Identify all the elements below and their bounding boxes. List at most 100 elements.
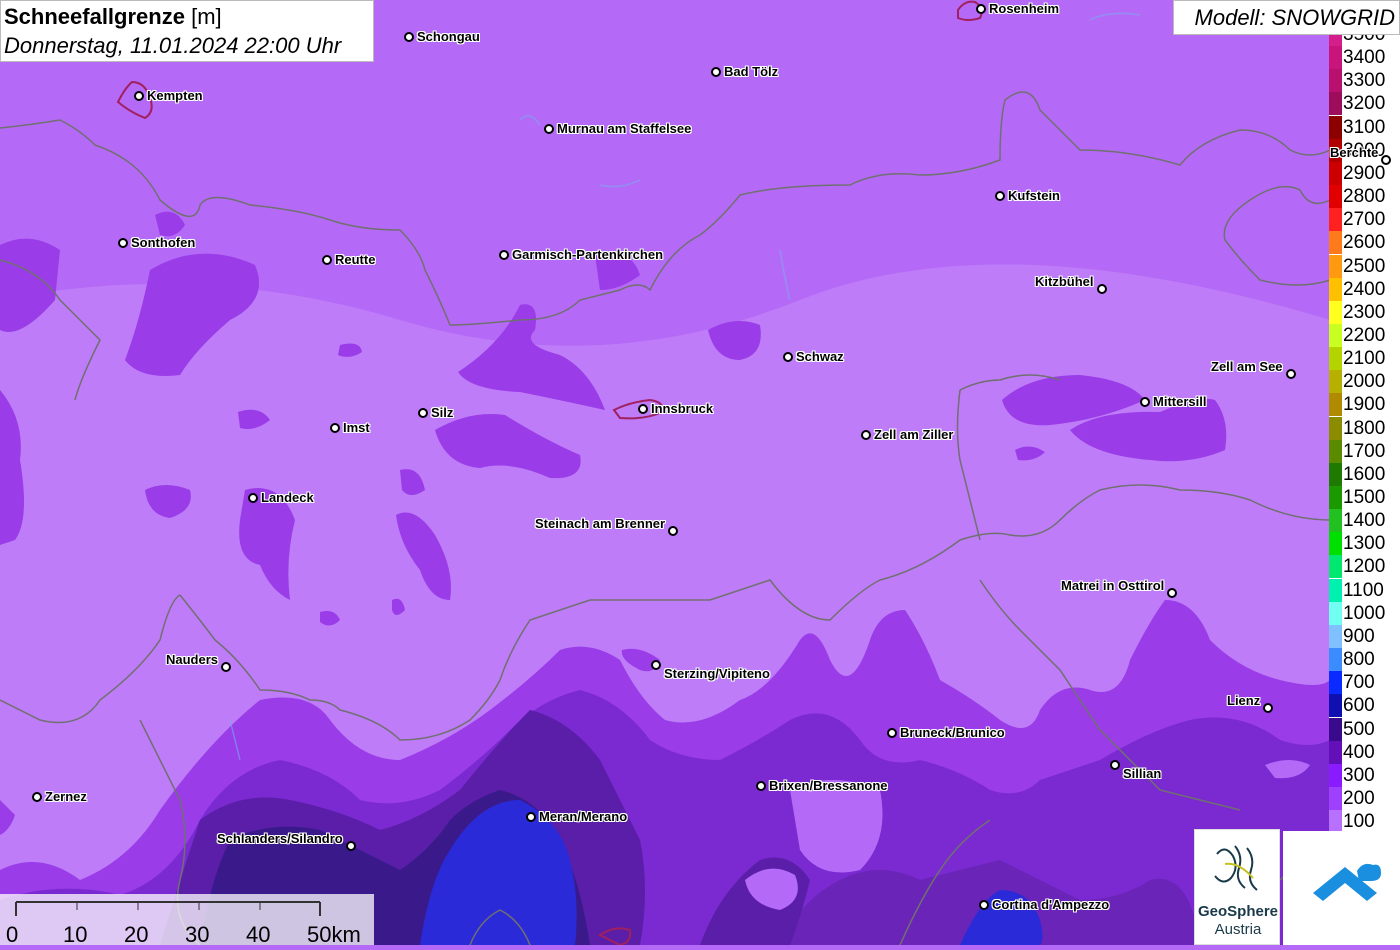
city-marker-dot[interactable] — [1167, 588, 1177, 598]
city-marker-dot[interactable] — [404, 32, 414, 42]
city-marker-dot[interactable] — [1097, 284, 1107, 294]
scale-label-40: 40 — [246, 922, 271, 947]
map-title-main: Schneefallgrenze — [4, 4, 185, 29]
city-marker-dot[interactable] — [783, 352, 793, 362]
legend-label: 900 — [1343, 625, 1375, 647]
city-label[interactable]: Imst — [343, 420, 370, 435]
snowfall-limit-map[interactable] — [0, 0, 1400, 945]
city-label[interactable]: Zell am Ziller — [874, 427, 953, 442]
legend-label: 2300 — [1343, 301, 1386, 323]
legend-swatch — [1329, 601, 1342, 625]
legend-swatch — [1329, 254, 1342, 278]
legend-swatch — [1329, 323, 1342, 347]
city-label[interactable]: Matrei in Osttirol — [1061, 578, 1164, 593]
city-label[interactable]: Steinach am Brenner — [535, 516, 665, 531]
city-marker-dot[interactable] — [346, 841, 356, 851]
city-label[interactable]: Landeck — [261, 490, 314, 505]
city-marker-dot[interactable] — [887, 728, 897, 738]
city-label[interactable]: Innsbruck — [651, 401, 713, 416]
city-marker-dot[interactable] — [1140, 397, 1150, 407]
city-marker-dot[interactable] — [1381, 155, 1391, 165]
legend-label: 200 — [1343, 787, 1375, 809]
city-marker-dot[interactable] — [418, 408, 428, 418]
city-marker-dot[interactable] — [330, 423, 340, 433]
city-label[interactable]: Sterzing/Vipiteno — [664, 666, 770, 681]
city-marker-dot[interactable] — [134, 91, 144, 101]
legend-label: 2100 — [1343, 348, 1386, 370]
city-label[interactable]: Kitzbühel — [1035, 274, 1094, 289]
city-marker-dot[interactable] — [638, 404, 648, 414]
legend-swatch — [1329, 486, 1342, 509]
geosphere-logo[interactable]: GeoSphere Austria — [1194, 829, 1280, 945]
city-marker-dot[interactable] — [976, 4, 986, 14]
city-marker-dot[interactable] — [322, 255, 332, 265]
city-label[interactable]: Brixen/Bressanone — [769, 778, 888, 793]
city-marker-dot[interactable] — [1263, 703, 1273, 713]
geosphere-emblem-icon — [1214, 845, 1258, 891]
map-title-unit: [m] — [191, 4, 222, 29]
weather-app-logo[interactable] — [1283, 831, 1400, 945]
city-marker-dot[interactable] — [221, 662, 231, 672]
city-label[interactable]: Lienz — [1227, 693, 1260, 708]
city-marker-dot[interactable] — [861, 430, 871, 440]
legend-swatch — [1329, 717, 1342, 741]
city-label[interactable]: Bad Tölz — [724, 64, 778, 79]
city-label[interactable]: Cortina d'Ampezzo — [992, 897, 1109, 912]
city-marker-dot[interactable] — [979, 900, 989, 910]
city-label[interactable]: Schlanders/Silandro — [217, 831, 343, 846]
city-marker-dot[interactable] — [544, 124, 554, 134]
legend-swatch — [1329, 786, 1342, 810]
city-marker-dot[interactable] — [1110, 760, 1120, 770]
legend-swatch — [1329, 740, 1342, 764]
legend-label: 3400 — [1343, 47, 1386, 69]
legend-swatch — [1329, 509, 1342, 533]
city-label[interactable]: Mittersill — [1153, 394, 1206, 409]
legend-swatch — [1329, 462, 1342, 486]
map-title-box: Schneefallgrenze [m] Donnerstag, 11.01.2… — [0, 0, 374, 62]
city-label[interactable]: Sonthofen — [131, 235, 195, 250]
city-label[interactable]: Meran/Merano — [539, 809, 627, 824]
legend-swatch — [1329, 694, 1342, 718]
city-marker-dot[interactable] — [995, 191, 1005, 201]
scale-label-0: 0 — [6, 922, 19, 947]
city-marker-dot[interactable] — [118, 238, 128, 248]
city-marker-dot[interactable] — [756, 781, 766, 791]
city-label[interactable]: Murnau am Staffelsee — [557, 121, 691, 136]
city-marker-dot[interactable] — [711, 67, 721, 77]
scale-label-50km: 50km — [307, 922, 361, 947]
city-marker-dot[interactable] — [499, 250, 509, 260]
city-label[interactable]: Rosenheim — [989, 1, 1059, 16]
city-label[interactable]: Berchte — [1330, 145, 1378, 160]
city-marker-dot[interactable] — [248, 493, 258, 503]
city-label[interactable]: Kufstein — [1008, 188, 1060, 203]
legend-swatch — [1329, 810, 1342, 831]
city-marker-dot[interactable] — [526, 812, 536, 822]
legend-label: 2200 — [1343, 324, 1386, 346]
city-marker-dot[interactable] — [32, 792, 42, 802]
city-label[interactable]: Schongau — [417, 29, 480, 44]
city-label[interactable]: Kempten — [147, 88, 203, 103]
city-label[interactable]: Reutte — [335, 252, 375, 267]
legend-label: 2400 — [1343, 278, 1386, 300]
city-label[interactable]: Sillian — [1123, 766, 1161, 781]
city-label[interactable]: Zell am See — [1211, 359, 1283, 374]
legend-label: 2700 — [1343, 209, 1386, 231]
legend-swatch — [1329, 555, 1342, 579]
legend-swatch — [1329, 439, 1342, 463]
legend-label: 2000 — [1343, 371, 1386, 393]
legend-label: 1700 — [1343, 440, 1386, 462]
city-label[interactable]: Silz — [431, 405, 453, 420]
city-label[interactable]: Nauders — [166, 652, 218, 667]
city-label[interactable]: Schwaz — [796, 349, 844, 364]
city-marker-dot[interactable] — [668, 526, 678, 536]
legend-swatch — [1329, 115, 1342, 139]
legend-swatch — [1329, 69, 1342, 93]
city-marker-dot[interactable] — [1286, 369, 1296, 379]
city-label[interactable]: Bruneck/Brunico — [900, 725, 1005, 740]
city-marker-dot[interactable] — [651, 660, 661, 670]
legend-swatch — [1329, 416, 1342, 440]
legend-swatch — [1329, 393, 1342, 417]
legend-label: 400 — [1343, 741, 1375, 763]
city-label[interactable]: Zernez — [45, 789, 87, 804]
city-label[interactable]: Garmisch-Partenkirchen — [512, 247, 663, 262]
